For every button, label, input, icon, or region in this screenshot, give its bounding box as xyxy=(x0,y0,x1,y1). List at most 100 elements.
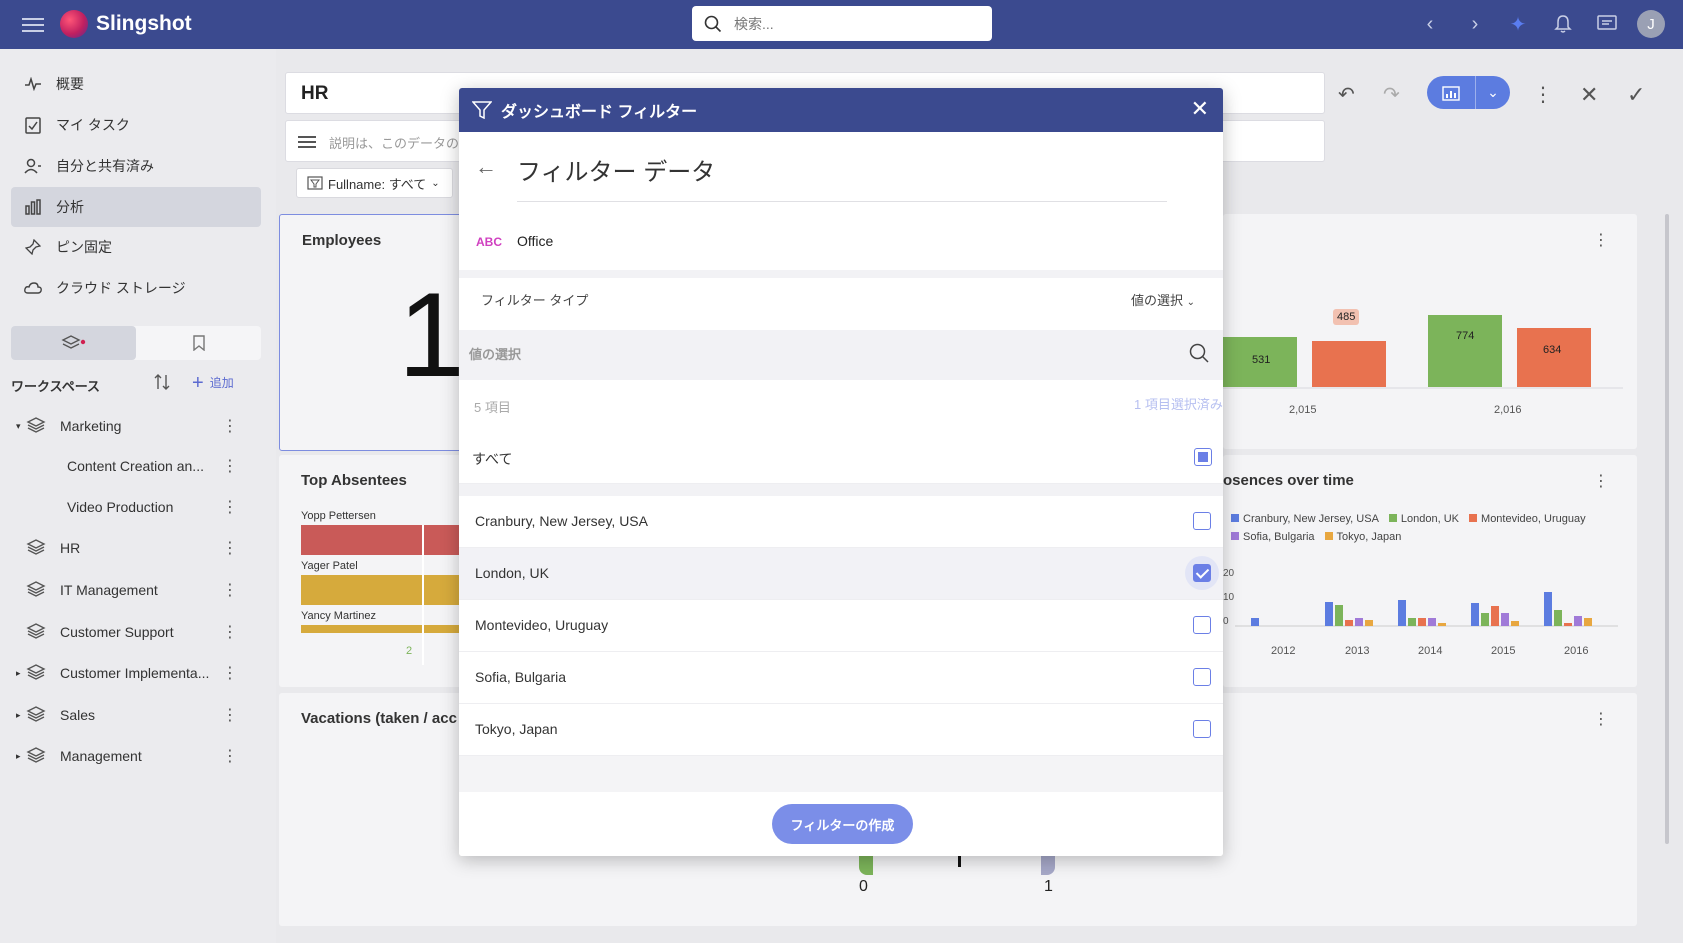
search-placeholder: 検索... xyxy=(734,15,774,32)
option-label: すべて xyxy=(472,451,513,467)
confirm-check-icon[interactable]: ✓ xyxy=(1627,82,1645,108)
workspace-item-hr[interactable]: HR ⋮ xyxy=(16,528,261,568)
nav-label: クラウド ストレージ xyxy=(56,280,186,296)
fullname-filter-chip[interactable]: Fullname: すべて ⌄ xyxy=(296,168,453,198)
data-label: 531 xyxy=(1252,354,1271,366)
more-options-icon[interactable]: ⋮ xyxy=(222,456,238,476)
gauge-max-label: 1 xyxy=(1044,878,1053,895)
caret-right-icon[interactable]: ▸ xyxy=(16,710,24,721)
option-checkbox[interactable] xyxy=(1193,512,1211,530)
nav-shared-with-me[interactable]: 自分と共有済み xyxy=(11,146,261,186)
caret-right-icon[interactable]: ▸ xyxy=(16,751,24,762)
option-row-london[interactable]: London, UK xyxy=(459,548,1223,600)
workspace-item-video-production[interactable]: Video Production ⋮ xyxy=(67,487,261,527)
value-search-input[interactable] xyxy=(459,330,1223,380)
more-options-icon[interactable]: ⋮ xyxy=(222,622,238,642)
nav-analytics[interactable]: 分析 xyxy=(11,187,261,227)
layers-icon xyxy=(26,622,50,642)
option-label: London, UK xyxy=(475,565,549,581)
more-options-icon[interactable]: ⋮ xyxy=(1533,82,1553,107)
close-dialog-icon[interactable]: ✕ xyxy=(1191,98,1209,120)
caret-right-icon[interactable]: ▸ xyxy=(16,668,24,679)
filter-type-dropdown[interactable]: 値の選択 ⌄ xyxy=(1131,290,1195,309)
undo-icon[interactable]: ↶ xyxy=(1338,82,1355,107)
create-filter-button[interactable]: フィルターの作成 xyxy=(772,804,913,844)
gauge-arc xyxy=(859,853,873,875)
option-row-cranbury[interactable]: Cranbury, New Jersey, USA xyxy=(459,496,1223,548)
list-spacer xyxy=(459,756,1223,792)
menu-icon[interactable] xyxy=(22,14,44,34)
workspace-item-management[interactable]: ▸ Management ⋮ xyxy=(16,736,261,776)
page-scrollbar[interactable] xyxy=(1665,214,1669,844)
workspace-item-customer-implementation[interactable]: ▸ Customer Implementa... ⋮ xyxy=(16,653,261,693)
cloud-icon xyxy=(24,279,42,297)
chevron-down-icon[interactable]: ⌄ xyxy=(1475,76,1510,109)
nav-my-tasks[interactable]: マイ タスク xyxy=(11,105,261,145)
workspace-item-content-creation[interactable]: Content Creation an... ⋮ xyxy=(67,446,261,486)
more-options-icon[interactable]: ⋮ xyxy=(222,746,238,766)
layers-icon xyxy=(26,705,50,725)
filter-chip-label: Fullname: すべて xyxy=(328,176,427,192)
caret-down-icon[interactable]: ▾ xyxy=(16,421,24,432)
global-search-input[interactable]: 検索... xyxy=(692,6,992,41)
close-editor-icon[interactable]: ✕ xyxy=(1580,82,1598,108)
option-row-montevideo[interactable]: Montevideo, Uruguay xyxy=(459,600,1223,652)
option-checkbox[interactable] xyxy=(1193,720,1211,738)
select-all-row[interactable]: すべて xyxy=(459,432,1223,484)
more-options-icon[interactable]: ⋮ xyxy=(222,497,238,517)
select-all-checkbox[interactable] xyxy=(1194,448,1212,466)
data-label: 774 xyxy=(1456,330,1475,342)
gauge-arc xyxy=(1041,853,1055,875)
chevron-down-icon: ⌄ xyxy=(1186,297,1195,308)
more-options-icon[interactable]: ⋮ xyxy=(1593,709,1609,729)
back-nav-icon[interactable]: ‹ xyxy=(1418,12,1442,36)
add-visualization-icon[interactable] xyxy=(1427,76,1475,109)
option-label: Sofia, Bulgaria xyxy=(475,669,567,685)
nav-label: 概要 xyxy=(56,76,84,92)
notifications-bell-icon[interactable] xyxy=(1551,12,1575,36)
absences-over-time-card[interactable]: osences over time ⋮ Cranbury, New Jersey… xyxy=(1223,455,1637,687)
more-options-icon[interactable]: ⋮ xyxy=(222,538,238,558)
workspaces-tab[interactable] xyxy=(11,326,136,360)
option-checkbox[interactable] xyxy=(1193,564,1211,582)
more-options-icon[interactable]: ⋮ xyxy=(222,705,238,725)
app-logo[interactable]: Slingshot xyxy=(60,10,192,38)
card-title: Vacations (taken / acc xyxy=(301,710,457,727)
chat-icon[interactable] xyxy=(1595,12,1619,36)
option-label: Cranbury, New Jersey, USA xyxy=(475,513,648,529)
filter-icon xyxy=(472,101,492,119)
workspace-item-customer-support[interactable]: Customer Support ⋮ xyxy=(16,612,261,652)
workspace-item-it-management[interactable]: IT Management ⋮ xyxy=(16,570,261,610)
ai-sparkle-icon[interactable]: ✦ xyxy=(1506,12,1530,36)
add-workspace-button[interactable]: + 追加 xyxy=(192,373,234,393)
nav-cloud-storage[interactable]: クラウド ストレージ xyxy=(11,268,261,308)
bar-chart-card[interactable]: ⋮ 531 485 774 634 2,015 2,016 xyxy=(1223,214,1637,449)
option-row-tokyo[interactable]: Tokyo, Japan xyxy=(459,704,1223,756)
layers-icon xyxy=(26,580,50,600)
more-options-icon[interactable]: ⋮ xyxy=(222,580,238,600)
nav-pinned[interactable]: ピン固定 xyxy=(11,227,261,267)
bookmarks-tab[interactable] xyxy=(136,326,261,360)
save-dashboard-button[interactable]: ⌄ xyxy=(1427,76,1510,109)
bar-774 xyxy=(1428,315,1502,387)
nav-label: 自分と共有済み xyxy=(56,158,154,174)
nav-overview[interactable]: 概要 xyxy=(11,64,261,104)
search-icon[interactable] xyxy=(1189,343,1209,363)
workspace-item-sales[interactable]: ▸ Sales ⋮ xyxy=(16,695,261,735)
gauge-min-label: 0 xyxy=(859,878,868,895)
more-options-icon[interactable]: ⋮ xyxy=(222,663,238,683)
slingshot-logo-icon xyxy=(60,10,88,38)
redo-icon[interactable]: ↷ xyxy=(1383,82,1400,107)
selected-count: 1 項目選択済み xyxy=(1134,397,1223,412)
option-checkbox[interactable] xyxy=(1193,616,1211,634)
top-bar: Slingshot 検索... ‹ › ✦ J xyxy=(0,0,1683,49)
item-count: 5 項目 xyxy=(474,400,511,415)
back-arrow-icon[interactable]: ← xyxy=(475,154,497,180)
option-row-sofia[interactable]: Sofia, Bulgaria xyxy=(459,652,1223,704)
option-checkbox[interactable] xyxy=(1193,668,1211,686)
workspace-item-marketing[interactable]: ▾ Marketing ⋮ xyxy=(16,406,261,446)
sort-icon[interactable] xyxy=(153,373,171,394)
user-avatar[interactable]: J xyxy=(1637,10,1665,38)
forward-nav-icon[interactable]: › xyxy=(1463,12,1487,36)
more-options-icon[interactable]: ⋮ xyxy=(222,416,238,436)
